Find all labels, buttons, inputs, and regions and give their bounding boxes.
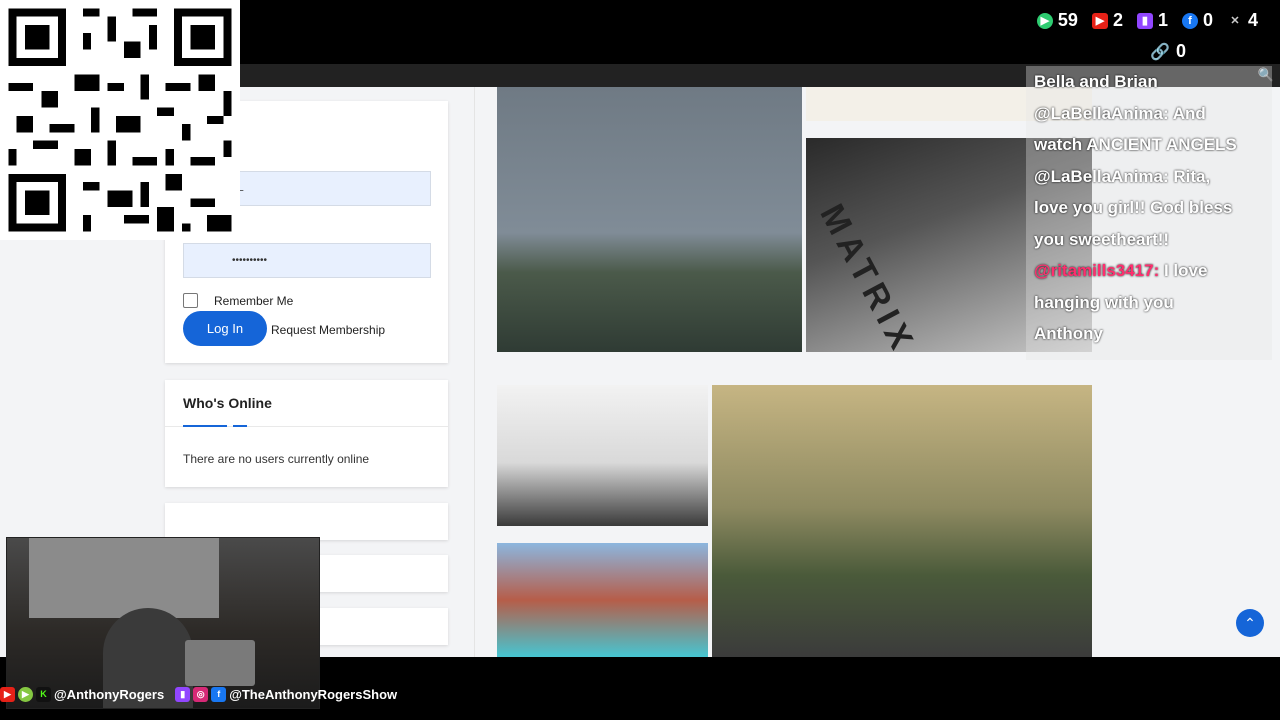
password-field[interactable]: •••••••••• [183, 243, 431, 278]
scroll-to-top-button[interactable]: ⌃ [1236, 609, 1264, 637]
pool-photo[interactable] [497, 543, 708, 657]
qr-code [0, 0, 240, 240]
chat-line: Anthony [1034, 324, 1103, 343]
x-icon: ✕ [1230, 15, 1240, 27]
sidebar-widget [165, 503, 448, 540]
chat-line: love you girl!! God bless [1034, 198, 1233, 217]
twitch-icon: ▮ [175, 686, 191, 702]
links-count: 0 [1175, 41, 1186, 61]
title-underline [183, 425, 227, 427]
youtube-stat: ▶ 2 [1091, 10, 1123, 31]
facebook-icon: f [211, 686, 227, 702]
chat-overlay: Bella and Brian @LaBellaAnima: And watch… [1026, 66, 1272, 360]
rooftop-deck-photo[interactable] [497, 87, 802, 352]
x-count: 4 [1247, 10, 1258, 30]
laptop [185, 640, 255, 686]
link-icon: 🔗 [1150, 43, 1170, 61]
chat-line: @ritamills3417: I love [1034, 261, 1208, 280]
facebook-icon: f [1181, 12, 1198, 29]
stream-stats: ▶ 59 ▶ 2 ▮ 1 f 0 ✕ 4 [1036, 10, 1258, 31]
remember-checkbox[interactable] [183, 293, 198, 308]
chat-line: watch ANCIENT ANGELS [1034, 135, 1237, 154]
login-button[interactable]: Log In [183, 311, 267, 346]
whos-online-card: Who's Online There are no users currentl… [165, 380, 448, 487]
youtube-icon: ▶ [0, 686, 15, 702]
whos-online-text: There are no users currently online [183, 452, 370, 466]
request-membership-link[interactable]: Request Membership [271, 323, 385, 337]
whos-online-title: Who's Online [183, 395, 272, 411]
chevron-up-icon: ⌃ [1244, 614, 1256, 631]
handle-2: @TheAnthonyRogersShow [229, 686, 398, 702]
webcam-window-blinds [29, 538, 219, 618]
handle-1: @AnthonyRogers [54, 686, 165, 702]
twitch-stat: ▮ 1 [1136, 10, 1168, 31]
title-underline-accent [233, 425, 247, 427]
remember-me[interactable]: Remember Me [183, 293, 293, 308]
sidebar-divider [474, 87, 475, 657]
remember-label: Remember Me [214, 293, 294, 308]
instagram-icon: ◎ [193, 686, 209, 702]
youtube-count: 2 [1112, 10, 1123, 30]
twitch-count: 1 [1157, 10, 1168, 30]
kick-icon: K [36, 686, 51, 702]
fitness-room-photo[interactable] [497, 385, 708, 526]
viewers-stat: ▶ 59 [1036, 10, 1078, 31]
chat-line: @LaBellaAnima: And [1034, 104, 1206, 123]
social-handles-bar: ▶ ▶ K @AnthonyRogers ▮ ◎ f @TheAnthonyRo… [0, 684, 397, 704]
chat-line: Bella and Brian [1034, 72, 1158, 91]
chat-line: you sweetheart!! [1034, 230, 1170, 249]
youtube-icon: ▶ [1091, 12, 1108, 29]
viewers-count: 59 [1057, 10, 1078, 30]
x-stat: ✕ 4 [1227, 10, 1258, 31]
facebook-stat: f 0 [1181, 10, 1213, 31]
rumble-icon: ▶ [18, 686, 33, 702]
chat-line: hanging with you [1034, 293, 1174, 312]
twitch-icon: ▮ [1136, 12, 1153, 29]
password-value: •••••••••• [232, 255, 268, 266]
rooftop-terrace-photo[interactable] [712, 385, 1092, 657]
play-icon: ▶ [1036, 12, 1053, 29]
chat-line: @LaBellaAnima: Rita, [1034, 167, 1211, 186]
matrix-brand-text: MATRIX [812, 198, 923, 352]
links-stat: 🔗 0 [1150, 41, 1186, 62]
facebook-count: 0 [1202, 10, 1213, 30]
